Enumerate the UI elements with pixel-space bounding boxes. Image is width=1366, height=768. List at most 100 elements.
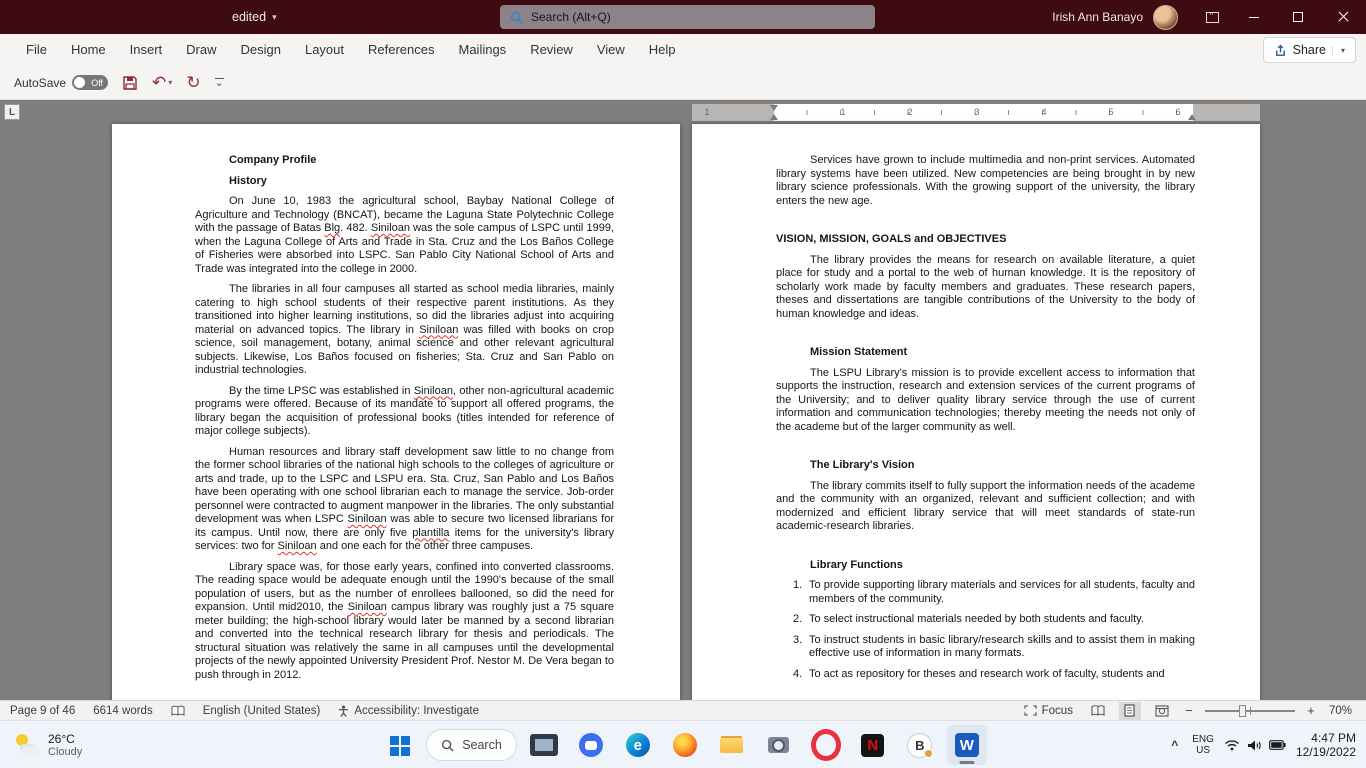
search-icon (510, 11, 523, 24)
clock[interactable]: 4:47 PM 12/19/2022 (1296, 731, 1360, 759)
focus-button[interactable]: Focus (1024, 705, 1073, 717)
file-explorer-icon[interactable] (712, 725, 752, 765)
taskbar: 26°C Cloudy Search ^ ENG US (0, 720, 1366, 768)
proofing-icon[interactable] (171, 705, 185, 717)
document-canvas: L 1 1 2 3 4 5 6 Company Profile History On June … (0, 100, 1366, 700)
zoom-out-button[interactable]: − (1183, 703, 1195, 718)
title-dropdown-icon[interactable]: ▾ (272, 12, 277, 23)
teams-chat-icon[interactable] (571, 725, 611, 765)
doc-paragraph: Services have grown to include multimedi… (776, 154, 1195, 207)
ruler-number: 5 (1108, 107, 1114, 117)
tab-home[interactable]: Home (59, 34, 118, 66)
doc-list-item: 1. To provide supporting library material… (793, 579, 1195, 605)
redo-button[interactable]: ↻ (186, 74, 200, 91)
language-indicator[interactable]: English (United States) (203, 705, 321, 717)
accessibility-status[interactable]: Accessibility: Investigate (338, 705, 479, 717)
read-mode-button[interactable] (1087, 702, 1109, 720)
zoom-slider-thumb[interactable] (1239, 704, 1247, 717)
maximize-button[interactable] (1276, 0, 1320, 34)
customize-quick-access-icon[interactable]: ⌄ (214, 78, 224, 89)
wifi-icon (1224, 740, 1239, 751)
ruler-number: 3 (974, 107, 980, 117)
firefox-icon[interactable] (665, 725, 705, 765)
task-view-icon[interactable] (524, 725, 564, 765)
save-icon (123, 75, 137, 90)
quick-access-toolbar: AutoSave Off ↶ ▾ ↻ ⌄ (0, 66, 1366, 100)
left-indent-marker[interactable] (770, 114, 778, 120)
status-bar: Page 9 of 46 6614 words English (United … (0, 700, 1366, 720)
doc-paragraph: The library provides the means for resea… (776, 253, 1195, 320)
doc-heading: The Library's Vision (810, 459, 915, 471)
ribbon-display-options-icon[interactable] (1192, 0, 1232, 34)
autosave-label: AutoSave (14, 75, 67, 90)
redo-icon: ↻ (186, 73, 201, 92)
ruler-number: 4 (1041, 107, 1047, 117)
volume-icon (1247, 740, 1261, 750)
undo-icon: ↶ (152, 73, 167, 92)
word-icon[interactable] (946, 725, 987, 765)
tab-selector[interactable]: L (4, 104, 20, 120)
print-layout-button[interactable] (1118, 701, 1141, 720)
tab-file[interactable]: File (14, 34, 59, 66)
taskbar-search[interactable]: Search (426, 729, 517, 761)
close-button[interactable] (1320, 0, 1366, 34)
tab-layout[interactable]: Layout (293, 34, 356, 66)
zoom-slider[interactable] (1204, 704, 1295, 717)
ruler-number: 2 (907, 107, 913, 117)
share-label: Share (1292, 43, 1326, 57)
edge-browser-icon[interactable] (618, 725, 658, 765)
zoom-level[interactable]: 70% (1329, 705, 1352, 717)
browser-b-icon[interactable] (900, 725, 940, 765)
time: 4:47 PM (1311, 731, 1356, 745)
tab-draw[interactable]: Draw (174, 34, 228, 66)
autosave-control[interactable]: AutoSave Off (14, 75, 109, 90)
undo-dropdown-icon[interactable]: ▾ (168, 78, 172, 87)
battery-icon (1269, 740, 1286, 750)
page-1[interactable]: Company Profile History On June 10, 1983 t… (112, 124, 680, 700)
netflix-icon[interactable] (853, 725, 893, 765)
tab-review[interactable]: Review (518, 34, 585, 66)
share-icon (1275, 44, 1285, 56)
page-indicator[interactable]: Page 9 of 46 (10, 705, 75, 717)
document-title[interactable]: edited ▾ (232, 0, 277, 34)
tab-view[interactable]: View (585, 34, 637, 66)
start-button[interactable] (379, 725, 419, 765)
tab-insert[interactable]: Insert (118, 34, 175, 66)
share-button[interactable]: Share ▾ (1262, 37, 1356, 63)
tab-mailings[interactable]: Mailings (447, 34, 519, 66)
undo-button[interactable]: ↶ ▾ (152, 74, 172, 91)
save-button[interactable] (122, 75, 138, 91)
taskbar-search-icon (442, 739, 454, 752)
doc-paragraph: The LSPU Library's mission is to provide… (776, 366, 1195, 433)
user-name[interactable]: Irish Ann Banayo (1052, 10, 1143, 24)
hidden-icons-chevron[interactable]: ^ (1167, 734, 1182, 756)
minimize-button[interactable] (1232, 0, 1276, 34)
search-placeholder: Search (Alt+Q) (531, 10, 611, 24)
tab-design[interactable]: Design (229, 34, 293, 66)
page-2[interactable]: Services have grown to include multimedi… (692, 124, 1260, 700)
right-indent-marker[interactable] (1188, 114, 1196, 120)
system-tray: ^ ENG US 4:47 PM 12/19/2022 (1167, 725, 1360, 765)
network-volume-battery[interactable] (1224, 739, 1286, 752)
doc-paragraph: On June 10, 1983 the agricultural school… (195, 195, 614, 275)
word-count[interactable]: 6614 words (93, 705, 152, 717)
date: 12/19/2022 (1295, 745, 1356, 759)
opera-icon[interactable] (806, 725, 846, 765)
menu-bar: File Home Insert Draw Design Layout References… (0, 34, 1366, 66)
autosave-state: Off (91, 77, 104, 88)
web-layout-button[interactable] (1151, 702, 1173, 720)
zoom-in-button[interactable]: + (1305, 703, 1317, 718)
ruler-number: 1 (840, 107, 846, 117)
autosave-toggle[interactable]: Off (72, 75, 109, 90)
tab-help[interactable]: Help (637, 34, 688, 66)
tab-references[interactable]: References (356, 34, 446, 66)
camera-icon[interactable] (759, 725, 799, 765)
horizontal-ruler[interactable]: 1 1 2 3 4 5 6 (692, 104, 1260, 121)
language-switcher[interactable]: ENG US (1192, 734, 1214, 756)
doc-paragraph: By the time LPSC was established in Sini… (195, 384, 614, 438)
user-avatar[interactable] (1153, 4, 1178, 30)
share-dropdown-icon[interactable]: ▾ (1331, 45, 1345, 55)
first-line-indent-marker[interactable] (770, 105, 778, 111)
search-box[interactable]: Search (Alt+Q) (500, 5, 875, 29)
doc-paragraph: Library space was, for those early years… (195, 560, 614, 681)
